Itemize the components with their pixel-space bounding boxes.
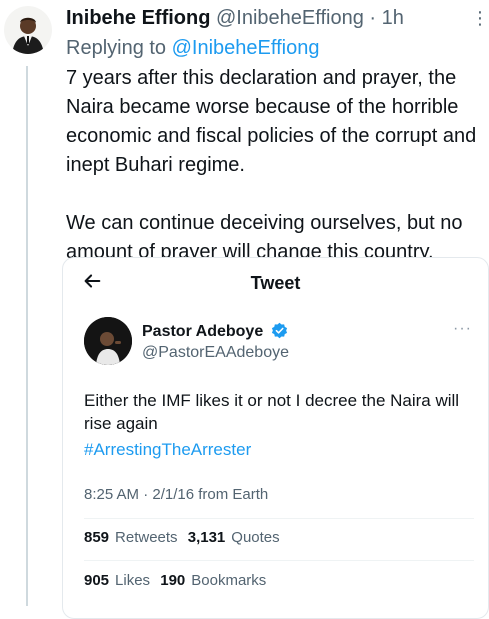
retweets-count[interactable]: 859: [84, 529, 109, 546]
replying-prefix: Replying to: [66, 37, 167, 59]
quoted-name-row: Pastor Adeboye: [142, 321, 288, 343]
avatar[interactable]: [4, 6, 52, 54]
post-time[interactable]: 1h: [382, 7, 404, 29]
stats-divider-middle: [84, 560, 474, 561]
replying-to-mention[interactable]: @InibeheEffiong: [172, 37, 320, 59]
stats-row-likes-bookmarks: 905 Likes 190 Bookmarks: [84, 571, 266, 591]
stats-row-retweets-quotes: 859 Retweets 3,131 Quotes: [84, 528, 280, 548]
quoted-tweet-card[interactable]: Tweet Pastor Adeboye @PastorEAAdeboye ··…: [62, 257, 489, 619]
quoted-avatar-image: [84, 317, 132, 365]
thread-line: [26, 66, 28, 606]
post-text: 7 years after this declaration and praye…: [66, 67, 477, 263]
author-handle[interactable]: @InibeheEffiong: [216, 7, 364, 29]
post-header: Inibehe Effiong @InibeheEffiong · 1h: [66, 4, 404, 32]
quoted-avatar[interactable]: [84, 317, 132, 365]
retweets-label[interactable]: Retweets: [115, 529, 178, 546]
bookmarks-count[interactable]: 190: [160, 572, 185, 589]
replying-to-line: Replying to @InibeheEffiong: [66, 34, 319, 62]
stats-divider-top: [84, 518, 474, 519]
likes-count[interactable]: 905: [84, 572, 109, 589]
quoted-text: Either the IMF likes it or not I decree …: [84, 391, 460, 433]
card-title: Tweet: [250, 273, 301, 293]
author-name[interactable]: Inibehe Effiong: [66, 7, 210, 29]
more-options-icon[interactable]: ⋮: [471, 4, 489, 32]
quoted-hashtag[interactable]: #ArrestingTheArrester: [84, 438, 251, 461]
verified-badge-icon: [271, 322, 287, 339]
dot-separator: ·: [369, 7, 377, 29]
quotes-label[interactable]: Quotes: [231, 529, 279, 546]
quoted-author-name[interactable]: Pastor Adeboye: [142, 323, 263, 340]
quotes-count[interactable]: 3,131: [188, 529, 226, 546]
avatar-image: [4, 6, 52, 54]
quoted-more-options-icon[interactable]: ···: [453, 320, 472, 338]
bookmarks-label[interactable]: Bookmarks: [191, 572, 266, 589]
quoted-timestamp[interactable]: 8:25 AM · 2/1/16 from Earth: [84, 485, 268, 505]
likes-label[interactable]: Likes: [115, 572, 150, 589]
quoted-author-handle[interactable]: @PastorEAAdeboye: [142, 342, 289, 364]
